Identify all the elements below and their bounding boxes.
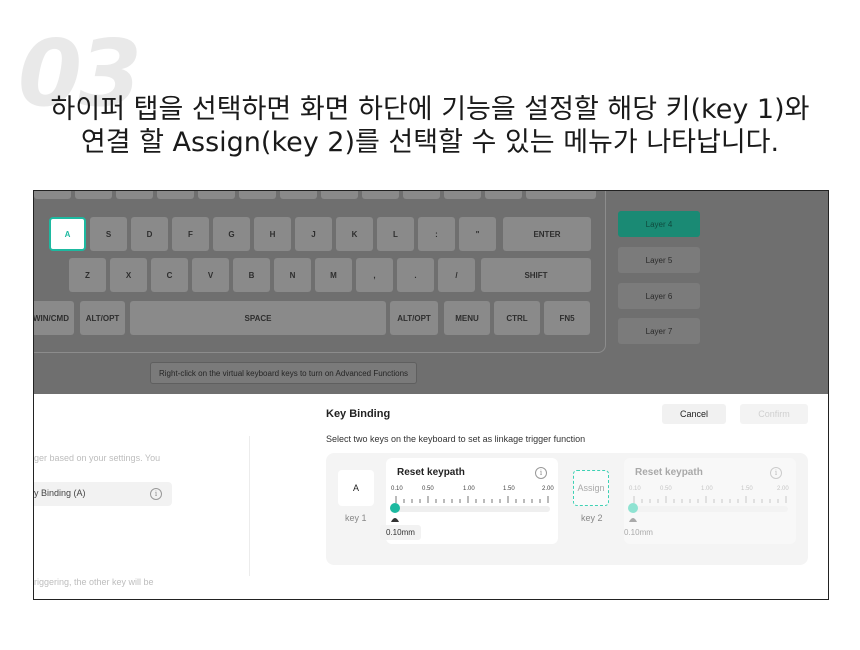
key1-reset-keypath-card: Reset keypath i 0.10 0.50 1.00 1.50 2.00 — [380, 458, 558, 544]
key-fn5[interactable]: FN5 — [544, 301, 590, 335]
tick-label: 2.00 — [542, 486, 554, 492]
key-altopt[interactable]: ALT/OPT — [80, 301, 125, 335]
headline-line-1: 하이퍼 탭을 선택하면 화면 하단에 기능을 설정할 해당 키(key 1)와 — [50, 94, 810, 125]
slider-value-badge: 0.10mm — [380, 525, 421, 540]
assign-key2-slot[interactable]: Assign — [573, 470, 609, 506]
left-footnote-text: riggering, the other key will be — [34, 577, 154, 587]
keypath-slider-track[interactable] — [632, 506, 788, 512]
layer-4-button[interactable]: Layer 4 — [618, 211, 700, 237]
tick-label: 0.10 — [391, 486, 403, 492]
tick-label: 1.50 — [741, 486, 753, 492]
binding-selector[interactable]: y Binding (A) i — [34, 482, 172, 506]
key-c[interactable]: C — [151, 258, 188, 292]
key-menu[interactable]: MENU — [444, 301, 490, 335]
key-r[interactable]: R — [157, 191, 194, 199]
key1-slot[interactable]: A — [338, 470, 374, 506]
layer-5-button[interactable]: Layer 5 — [618, 247, 700, 273]
key-u[interactable]: U — [280, 191, 317, 199]
info-icon[interactable]: i — [770, 467, 782, 479]
key-binding-subtitle: Select two keys on the keyboard to set a… — [326, 434, 586, 444]
key-q[interactable]: Q — [34, 191, 71, 199]
tick-label: 2.00 — [777, 486, 789, 492]
key-v[interactable]: V — [192, 258, 229, 292]
key-a[interactable]: A — [49, 217, 86, 251]
key2-reset-keypath-card: Reset keypath i 0.10 0.50 1.00 1.50 2.00 — [624, 458, 796, 544]
info-icon[interactable]: i — [150, 488, 162, 500]
tick-label: 1.00 — [463, 486, 475, 492]
key-ctrl[interactable]: CTRL — [494, 301, 540, 335]
virtual-keyboard-area: QWERTYUIOP[]\ASDFGHJKL:"ENTERZXCVBNM,./S… — [34, 191, 828, 394]
slider-ticks — [395, 496, 549, 503]
key-wincmd[interactable]: WIN/CMD — [34, 301, 74, 335]
key-y[interactable]: Y — [239, 191, 276, 199]
key-o[interactable]: O — [362, 191, 399, 199]
key2-caption: key 2 — [581, 513, 603, 523]
advanced-functions-hint: Right-click on the virtual keyboard keys… — [150, 362, 418, 384]
layer-7-button[interactable]: Layer 7 — [618, 318, 700, 344]
keypath-slider-thumb[interactable] — [390, 503, 400, 513]
slider-pointer-icon — [391, 518, 399, 522]
key1-caption: key 1 — [345, 513, 367, 523]
key-binding-panel: ger based on your settings. You y Bindin… — [34, 394, 828, 599]
key-g[interactable]: G — [213, 217, 250, 251]
key-b[interactable]: B — [233, 258, 270, 292]
confirm-button[interactable]: Confirm — [740, 404, 808, 424]
info-icon[interactable]: i — [535, 467, 547, 479]
key-symbol[interactable]: \ — [526, 191, 596, 199]
key-k[interactable]: K — [336, 217, 373, 251]
key-z[interactable]: Z — [69, 258, 106, 292]
key-symbol[interactable]: / — [438, 258, 475, 292]
tick-label: 0.10 — [629, 486, 641, 492]
key-i[interactable]: I — [321, 191, 358, 199]
reset-keypath-title: Reset keypath — [635, 467, 703, 478]
left-description-text: ger based on your settings. You — [34, 453, 161, 463]
key-symbol[interactable]: : — [418, 217, 455, 251]
layer-6-button[interactable]: Layer 6 — [618, 283, 700, 309]
app-screenshot: QWERTYUIOP[]\ASDFGHJKL:"ENTERZXCVBNM,./S… — [33, 190, 829, 600]
key-w[interactable]: W — [75, 191, 112, 199]
key-e[interactable]: E — [116, 191, 153, 199]
slider-ticks — [633, 496, 787, 503]
key-shift[interactable]: SHIFT — [481, 258, 591, 292]
tick-label: 0.50 — [660, 486, 672, 492]
binding-settings-box: A key 1 Reset keypath i 0.10 0.50 1.00 1… — [326, 453, 808, 565]
binding-label: y Binding (A) — [34, 488, 86, 498]
key-h[interactable]: H — [254, 217, 291, 251]
key-m[interactable]: M — [315, 258, 352, 292]
key-p[interactable]: P — [403, 191, 440, 199]
key-s[interactable]: S — [90, 217, 127, 251]
key-n[interactable]: N — [274, 258, 311, 292]
key-l[interactable]: L — [377, 217, 414, 251]
keypath-slider-track[interactable] — [394, 506, 550, 512]
panel-divider — [249, 436, 250, 576]
key-d[interactable]: D — [131, 217, 168, 251]
tick-label: 1.00 — [701, 486, 713, 492]
key-symbol[interactable]: " — [459, 217, 496, 251]
keypath-slider-thumb[interactable] — [628, 503, 638, 513]
headline-line-2: 연결 할 Assign(key 2)를 선택할 수 있는 메뉴가 나타납니다. — [80, 127, 780, 158]
reset-keypath-title: Reset keypath — [397, 467, 465, 478]
key-x[interactable]: X — [110, 258, 147, 292]
key-symbol[interactable]: , — [356, 258, 393, 292]
slider-pointer-icon — [629, 518, 637, 522]
key-t[interactable]: T — [198, 191, 235, 199]
key-j[interactable]: J — [295, 217, 332, 251]
key-symbol[interactable]: . — [397, 258, 434, 292]
key-symbol[interactable]: ] — [485, 191, 522, 199]
key-space[interactable]: SPACE — [130, 301, 386, 335]
key-altopt[interactable]: ALT/OPT — [390, 301, 438, 335]
tick-label: 0.50 — [422, 486, 434, 492]
cancel-button[interactable]: Cancel — [662, 404, 726, 424]
tick-label: 1.50 — [503, 486, 515, 492]
key-symbol[interactable]: [ — [444, 191, 481, 199]
key-f[interactable]: F — [172, 217, 209, 251]
key-enter[interactable]: ENTER — [503, 217, 591, 251]
slider-value-badge: 0.10mm — [624, 528, 653, 537]
key-binding-title: Key Binding — [326, 408, 391, 420]
